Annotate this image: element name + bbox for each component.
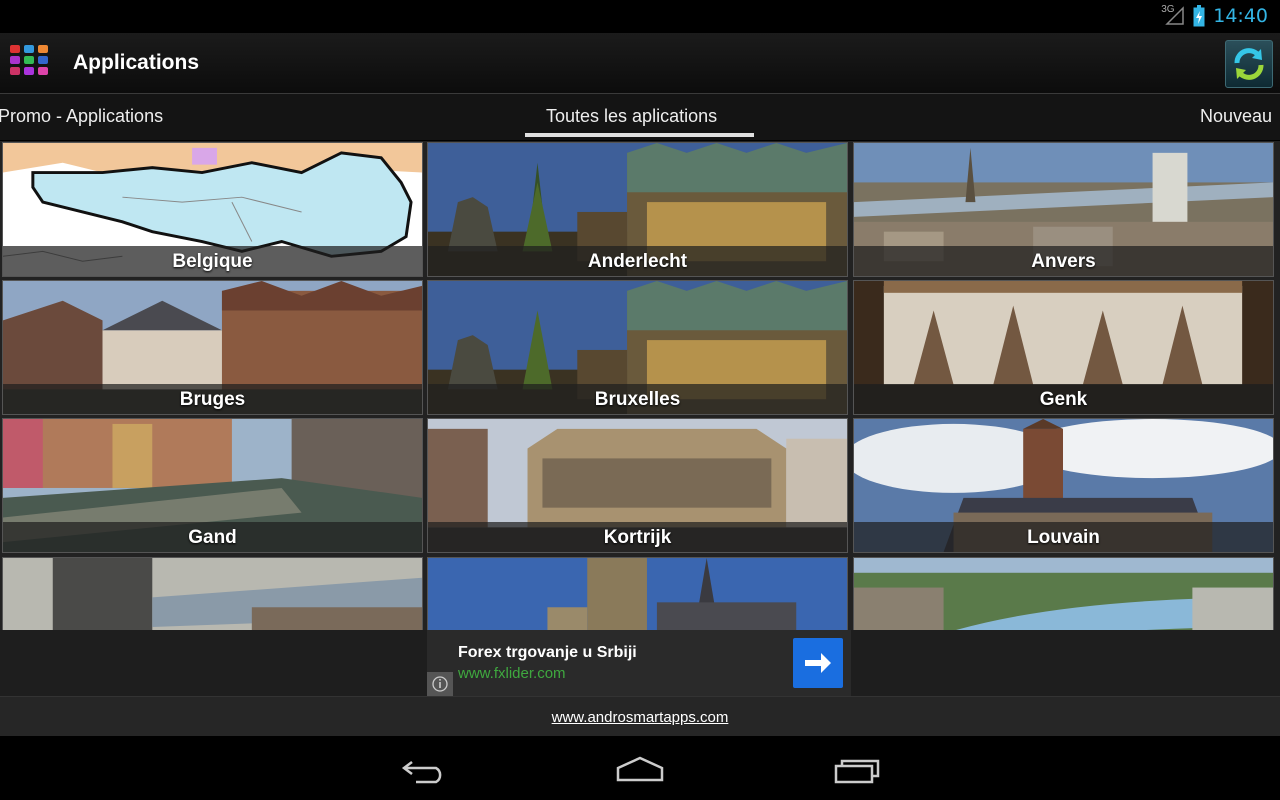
tile-label: Bruxelles bbox=[594, 389, 681, 410]
tile-anvers[interactable]: Anvers bbox=[853, 142, 1274, 277]
tile-row4-3[interactable] bbox=[853, 557, 1274, 630]
tab-strip: Promo - Applications Toutes les aplicati… bbox=[0, 94, 1280, 140]
tile-label: Louvain bbox=[1027, 527, 1100, 548]
tile-label: Anderlecht bbox=[587, 251, 688, 272]
tile-genk[interactable]: Genk bbox=[853, 280, 1274, 415]
footer-link[interactable]: www.androsmartapps.com bbox=[0, 709, 1280, 726]
refresh-icon bbox=[1234, 48, 1264, 80]
tile-kortrijk[interactable]: Kortrijk bbox=[427, 418, 848, 553]
tile-gand[interactable]: Gand bbox=[2, 418, 423, 553]
ad-bar: Forex trgovanje u Srbiji www.fxlider.com bbox=[0, 630, 1280, 696]
tile-label: Anvers bbox=[1031, 251, 1096, 272]
page-title: Applications bbox=[73, 51, 200, 74]
nav-bar bbox=[0, 736, 1280, 800]
battery-icon bbox=[1193, 5, 1205, 27]
arrow-right-icon bbox=[805, 653, 831, 673]
tile-row4-1[interactable] bbox=[2, 557, 423, 630]
city-photo bbox=[854, 558, 1273, 630]
tab-promo[interactable]: Promo - Applications bbox=[0, 106, 163, 127]
action-bar: Applications bbox=[0, 33, 1280, 94]
tile-louvain[interactable]: Louvain bbox=[853, 418, 1274, 553]
app-grid-icon[interactable] bbox=[10, 45, 50, 77]
tile-row4-2[interactable] bbox=[427, 557, 848, 630]
tile-anderlecht[interactable]: Anderlecht bbox=[427, 142, 848, 277]
ad-banner[interactable]: Forex trgovanje u Srbiji www.fxlider.com bbox=[427, 630, 851, 696]
tab-indicator bbox=[525, 133, 754, 137]
tile-label: Bruges bbox=[179, 389, 246, 410]
tile-label: Genk bbox=[1039, 389, 1088, 410]
back-icon[interactable] bbox=[400, 754, 450, 784]
status-bar: 3G 14:40 bbox=[0, 0, 1280, 33]
tile-label: Kortrijk bbox=[603, 527, 672, 548]
ad-arrow-button[interactable] bbox=[793, 638, 843, 688]
ad-url: www.fxlider.com bbox=[458, 665, 566, 682]
tab-new[interactable]: Nouveau bbox=[1200, 106, 1272, 127]
ad-title: Forex trgovanje u Srbiji bbox=[458, 644, 637, 661]
app-grid: Belgique Anderlecht Anvers Bruges Bruxel… bbox=[0, 141, 1280, 630]
home-icon[interactable] bbox=[615, 754, 665, 784]
recents-icon[interactable] bbox=[833, 754, 883, 784]
ad-info-button[interactable] bbox=[427, 672, 453, 696]
tab-all-apps[interactable]: Toutes les aplications bbox=[546, 106, 717, 127]
tile-belgique[interactable]: Belgique bbox=[2, 142, 423, 277]
status-icons: 3G 14:40 bbox=[1161, 4, 1268, 28]
city-photo bbox=[428, 558, 847, 630]
clock: 14:40 bbox=[1213, 5, 1268, 27]
signal-icon: 3G bbox=[1161, 4, 1187, 28]
tile-bruxelles[interactable]: Bruxelles bbox=[427, 280, 848, 415]
footer: www.androsmartapps.com bbox=[0, 696, 1280, 737]
tile-label: Belgique bbox=[172, 251, 253, 272]
info-icon bbox=[432, 676, 448, 692]
city-photo bbox=[3, 558, 422, 630]
tile-label: Gand bbox=[188, 527, 237, 548]
tile-bruges[interactable]: Bruges bbox=[2, 280, 423, 415]
refresh-button[interactable] bbox=[1225, 40, 1273, 88]
